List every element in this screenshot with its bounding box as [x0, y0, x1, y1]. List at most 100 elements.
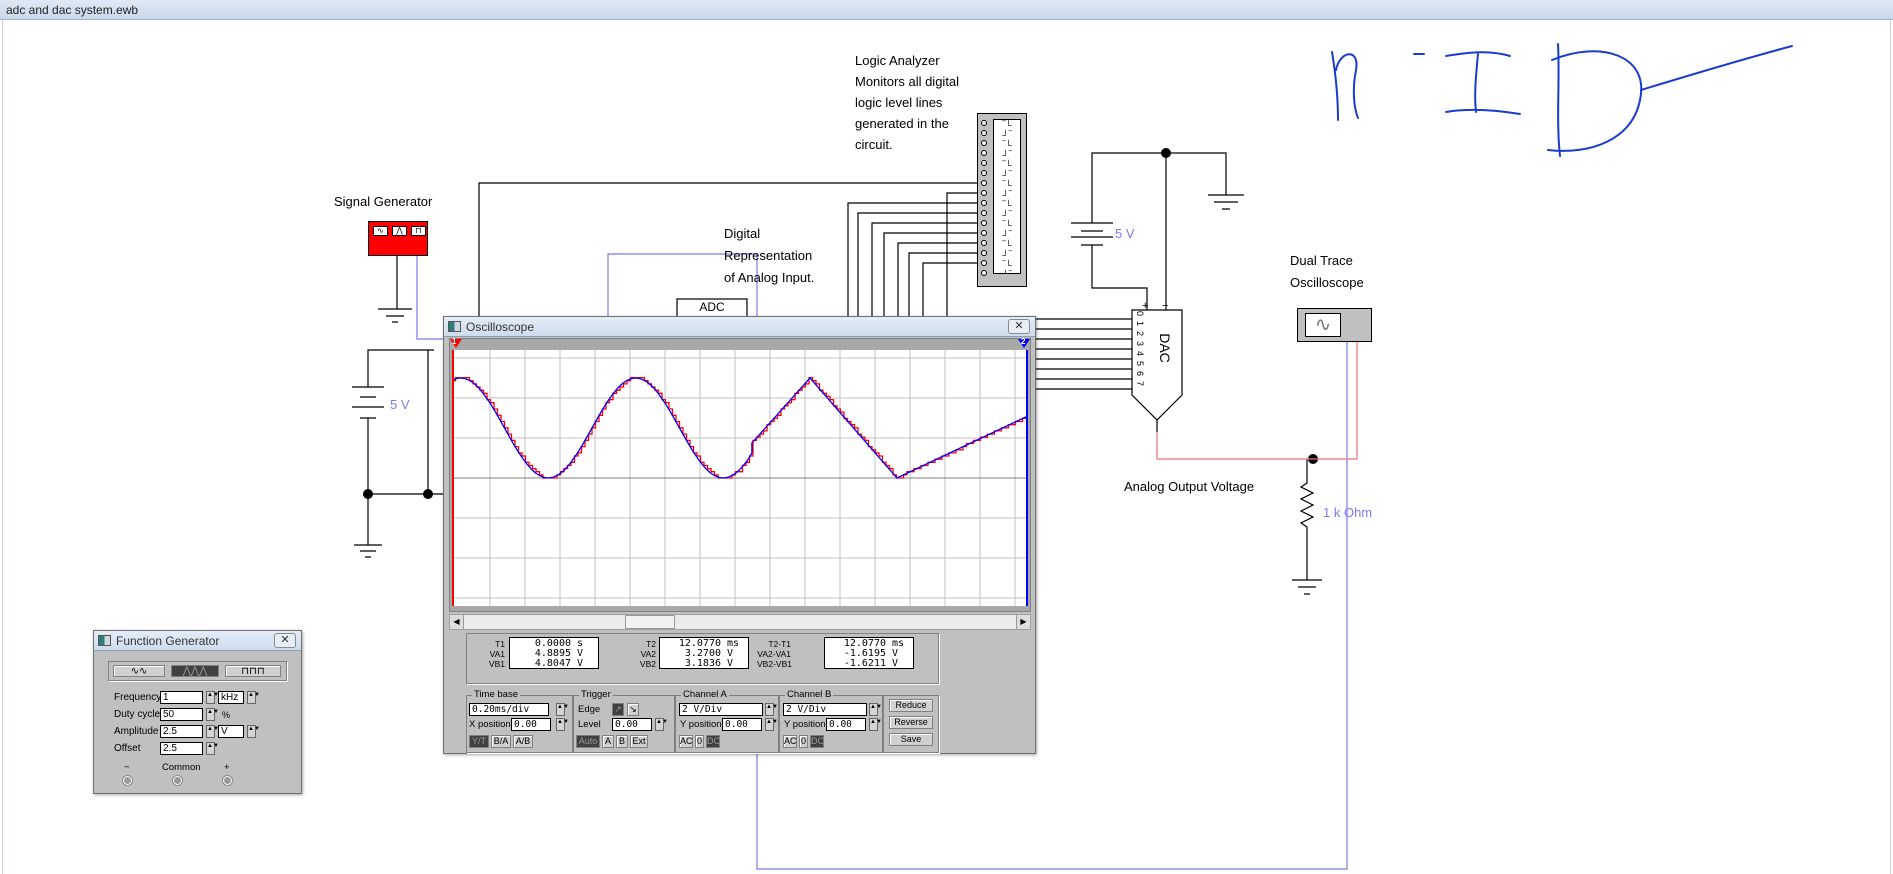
analyzer-input-pin[interactable]	[981, 180, 987, 186]
frequency-unit-select[interactable]: kHz	[218, 691, 244, 704]
readout-label-dt: T2-T1	[768, 639, 791, 649]
dac-plus-label: +	[1142, 300, 1149, 312]
mode-button-a-b[interactable]: A/B	[513, 735, 533, 748]
readout-value-vb2: 3.1836	[684, 658, 721, 669]
amplitude-label: Amplitude	[114, 726, 159, 737]
readout-value-vb1: 4.8047	[534, 658, 571, 669]
channel-a-scale-select[interactable]: 2 V/Div	[679, 703, 763, 716]
logic-line-wire	[922, 262, 977, 316]
analyzer-input-pin[interactable]	[981, 260, 987, 266]
mode-button-b-a[interactable]: B/A	[491, 735, 511, 748]
channel-b-ypos-label: Y position	[784, 719, 826, 730]
analyzer-input-pin[interactable]	[981, 130, 987, 136]
analyzer-input-pin[interactable]	[981, 200, 987, 206]
terminal-label: −	[124, 762, 130, 773]
scroll-left-icon[interactable]: ◀	[450, 615, 464, 629]
channel-a-group: Channel A 2 V/Div ▲▼ Y position 0.00 ▲▼ AC 0 DC	[675, 689, 779, 753]
trigger-source-auto[interactable]: Auto	[576, 735, 600, 748]
analyzer-input-pin[interactable]	[981, 240, 987, 246]
scroll-thumb[interactable]	[625, 615, 675, 629]
offset-label: Offset	[114, 743, 141, 754]
channel-a-coupling-ac[interactable]: AC	[679, 735, 693, 748]
amplitude-input[interactable]: 2.5	[160, 725, 203, 738]
reduce-button[interactable]: Reduce	[889, 699, 933, 712]
logic-trace-icon: ‾└	[1002, 160, 1012, 170]
duty-cycle-label: Duty cycle	[114, 709, 161, 720]
trigger-level-input[interactable]: 0.00	[612, 718, 652, 731]
oscilloscope-title-bar[interactable]: Oscilloscope ✕	[444, 317, 1035, 337]
x-position-input[interactable]: 0.00	[511, 718, 551, 731]
terminal-common[interactable]	[173, 776, 182, 785]
channel-a-scale-spinner[interactable]: ▲▼	[765, 703, 778, 716]
frequency-label: Frequency	[114, 692, 162, 703]
cursor-2-label: 2	[1021, 337, 1026, 346]
signal-generator-instrument[interactable]: ∿ ⋀ ⊓	[368, 221, 428, 256]
mode-button-y-t[interactable]: Y/T	[469, 735, 489, 748]
amplitude-unit-spinner[interactable]: ▲▼	[247, 725, 260, 738]
sine-wave-button[interactable]: ∿∿	[113, 665, 165, 677]
reverse-button[interactable]: Reverse	[889, 716, 933, 729]
time-base-spinner[interactable]: ▲▼	[556, 703, 569, 716]
logic-trace-icon: ┘‾	[1002, 250, 1012, 260]
offset-input[interactable]: 2.5	[160, 742, 203, 755]
square-wave-button[interactable]: ⊓⊓⊓	[225, 665, 281, 677]
channel-a-ypos-input[interactable]: 0.00	[722, 718, 762, 731]
channel-b-scale-select[interactable]: 2 V/Div	[783, 703, 867, 716]
channel-b-ypos-input[interactable]: 0.00	[826, 718, 866, 731]
terminal-positive[interactable]	[223, 776, 232, 785]
frequency-unit-spinner[interactable]: ▲▼	[247, 691, 260, 704]
oscilloscope-window[interactable]: Oscilloscope ✕ 1 2 ◀ ▶ T1 0.0000 s VA1 4.889…	[443, 316, 1036, 754]
falling-edge-button[interactable]: ↘	[627, 703, 639, 716]
function-generator-window[interactable]: Function Generator ✕ ∿∿ ⋀⋀⋀ ⊓⊓⊓ Frequenc…	[93, 630, 302, 794]
channel-b-coupling-dc[interactable]: DC	[810, 735, 824, 748]
channel-b-coupling-ac[interactable]: AC	[783, 735, 797, 748]
rising-edge-button[interactable]: ↗	[612, 703, 624, 716]
trigger-level-spinner[interactable]: ▲▼	[655, 718, 668, 731]
scroll-right-icon[interactable]: ▶	[1016, 615, 1030, 629]
frequency-spinner[interactable]: ▲▼	[206, 691, 219, 704]
trigger-source-b[interactable]: B	[616, 735, 628, 748]
duty-cycle-spinner[interactable]: ▲▼	[206, 708, 219, 721]
offset-spinner[interactable]: ▲▼	[206, 742, 219, 755]
horizontal-scrollbar[interactable]: ◀ ▶	[449, 614, 1031, 630]
analyzer-input-pin[interactable]	[981, 150, 987, 156]
readout-label-dva: VA2-VA1	[757, 649, 791, 659]
analyzer-input-pin[interactable]	[981, 170, 987, 176]
analyzer-input-pin[interactable]	[981, 190, 987, 196]
triangle-wave-button[interactable]: ⋀⋀⋀	[171, 665, 219, 677]
duty-cycle-input[interactable]: 50	[160, 708, 203, 721]
analyzer-input-pin[interactable]	[981, 270, 987, 276]
amplitude-spinner[interactable]: ▲▼	[206, 725, 219, 738]
analyzer-input-pin[interactable]	[981, 140, 987, 146]
time-base-select[interactable]: 0.20ms/div	[469, 703, 549, 716]
close-button[interactable]: ✕	[274, 633, 296, 648]
channel-a-ypos-spinner[interactable]: ▲▼	[765, 718, 778, 731]
trigger-source-a[interactable]: A	[602, 735, 614, 748]
save-button[interactable]: Save	[889, 733, 933, 746]
channel-a-coupling-dc[interactable]: DC	[706, 735, 720, 748]
close-button[interactable]: ✕	[1008, 319, 1030, 334]
logic-line-wire	[897, 242, 977, 316]
terminal-negative[interactable]	[123, 776, 132, 785]
x-position-spinner[interactable]: ▲▼	[556, 718, 569, 731]
trigger-source-ext[interactable]: Ext	[630, 735, 648, 748]
amplitude-unit-select[interactable]: V	[218, 725, 244, 738]
app-icon	[98, 635, 111, 646]
channel-b-coupling-0[interactable]: 0	[799, 735, 808, 748]
channel-b-scale-spinner[interactable]: ▲▼	[869, 703, 882, 716]
analyzer-input-pin[interactable]	[981, 250, 987, 256]
channel-a-coupling-0[interactable]: 0	[695, 735, 704, 748]
analyzer-input-pin[interactable]	[981, 120, 987, 126]
analyzer-input-pin[interactable]	[981, 230, 987, 236]
frequency-input[interactable]: 1	[160, 691, 203, 704]
oscilloscope-instrument[interactable]: ∿	[1297, 308, 1372, 342]
function-generator-title-bar[interactable]: Function Generator ✕	[94, 631, 301, 651]
channel-b-ypos-spinner[interactable]: ▲▼	[869, 718, 882, 731]
analyzer-input-pin[interactable]	[981, 210, 987, 216]
analyzer-input-pin[interactable]	[981, 160, 987, 166]
logic-trace-icon: ‾└	[1002, 260, 1012, 270]
channel-a-ypos-label: Y position	[680, 719, 722, 730]
logic-analyzer-instrument[interactable]: ‾└┘‾‾└┘‾‾└┘‾‾└┘‾‾└┘‾‾└┘‾‾└┘‾‾└┘‾	[977, 113, 1027, 287]
analyzer-input-pin[interactable]	[981, 220, 987, 226]
analog-output-label: Analog Output Voltage	[1124, 479, 1255, 494]
